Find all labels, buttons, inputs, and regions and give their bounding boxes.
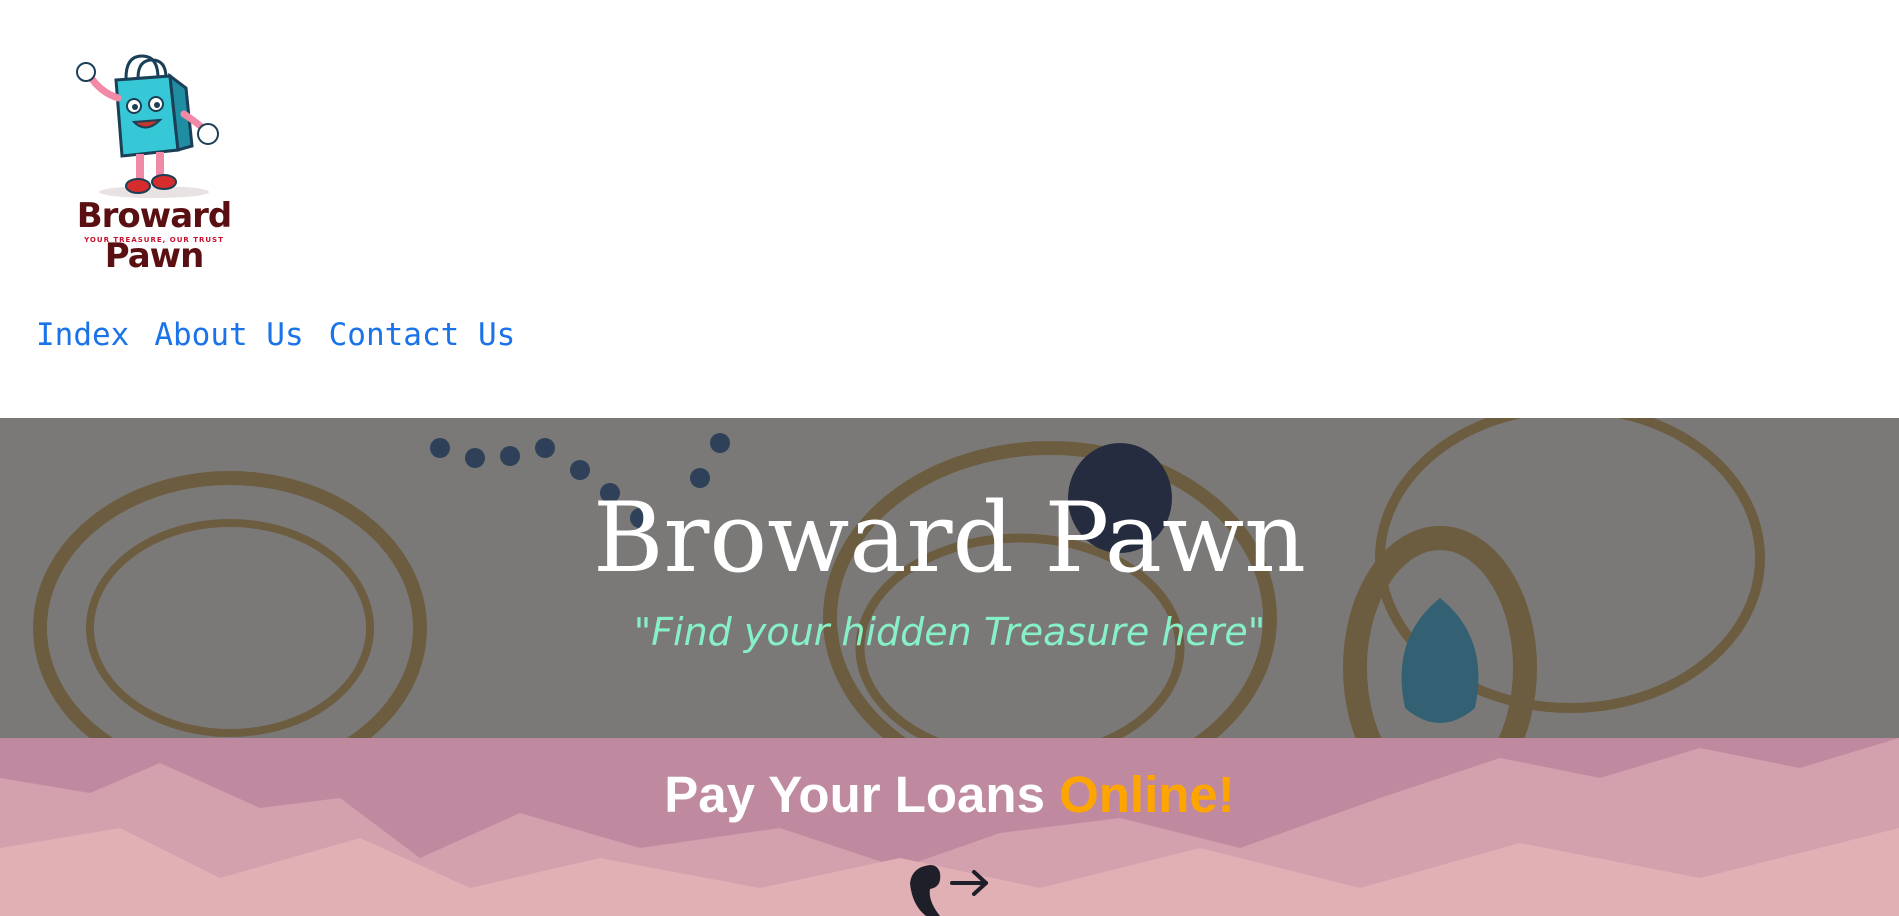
promo-title: Pay Your Loans Online! xyxy=(0,765,1899,824)
phone-arrow-icon[interactable] xyxy=(906,865,990,916)
promo-title-prefix: Pay Your Loans xyxy=(664,766,1060,823)
shopping-bag-mascot-icon xyxy=(76,54,219,198)
nav-link-about-us[interactable]: About Us xyxy=(154,314,303,356)
nav-link-index[interactable]: Index xyxy=(36,314,129,356)
site-header: Broward Pawn YOUR TREASURE, OUR TRUST In… xyxy=(0,0,1899,418)
hero-subtitle: "Find your hidden Treasure here" xyxy=(633,610,1266,654)
hero-banner: Broward Pawn "Find your hidden Treasure … xyxy=(0,418,1899,738)
promo-title-highlight: Online! xyxy=(1059,766,1235,823)
pay-loans-section: Pay Your Loans Online! xyxy=(0,738,1899,916)
logo-tagline: YOUR TREASURE, OUR TRUST xyxy=(84,236,224,244)
site-logo[interactable]: Broward Pawn YOUR TREASURE, OUR TRUST xyxy=(38,50,270,276)
hero-title: Broward Pawn xyxy=(592,482,1306,594)
main-nav: Index About Us Contact Us xyxy=(36,314,515,356)
nav-link-contact-us[interactable]: Contact Us xyxy=(329,314,516,356)
